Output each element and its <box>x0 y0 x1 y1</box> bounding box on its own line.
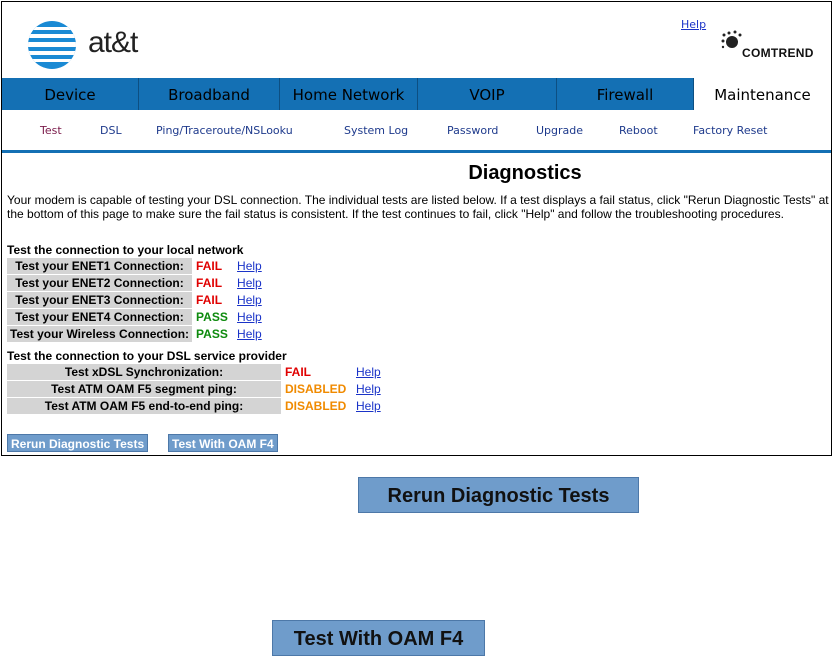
att-globe-icon <box>28 21 76 69</box>
test-label: Test your ENET2 Connection: <box>7 275 193 291</box>
local-network-heading: Test the connection to your local networ… <box>7 243 244 257</box>
test-with-oam-f4-button-enlarged[interactable]: Test With OAM F4 <box>272 620 485 656</box>
table-row: Test xDSL Synchronization: FAIL Help <box>7 364 382 380</box>
table-row: Test your ENET2 Connection: FAIL Help <box>7 275 263 291</box>
tab-broadband[interactable]: Broadband <box>139 78 280 110</box>
tab-home-network[interactable]: Home Network <box>280 78 418 110</box>
table-row: Test your ENET4 Connection: PASS Help <box>7 309 263 325</box>
table-row: Test ATM OAM F5 segment ping: DISABLED H… <box>7 381 382 397</box>
header: at&t Help COMTREND <box>2 2 831 77</box>
table-row: Test your ENET1 Connection: FAIL Help <box>7 258 263 274</box>
main-nav: Device Broadband Home Network VOIP Firew… <box>2 78 831 110</box>
status-badge: DISABLED <box>282 381 354 397</box>
status-badge: DISABLED <box>282 398 354 414</box>
rerun-diagnostic-tests-button[interactable]: Rerun Diagnostic Tests <box>7 434 149 452</box>
help-link[interactable]: Help <box>237 310 262 324</box>
status-badge: PASS <box>193 309 236 325</box>
table-row: Test ATM OAM F5 end-to-end ping: DISABLE… <box>7 398 382 414</box>
test-label: Test ATM OAM F5 segment ping: <box>7 381 281 397</box>
subnav-dsl[interactable]: DSL <box>100 124 122 137</box>
comtrend-text: COMTREND <box>742 46 814 60</box>
subnav-factory-reset[interactable]: Factory Reset <box>693 124 767 137</box>
test-label: Test your ENET1 Connection: <box>7 258 193 274</box>
subnav-system-log[interactable]: System Log <box>344 124 408 137</box>
subnav-upgrade[interactable]: Upgrade <box>536 124 583 137</box>
comtrend-mark-icon <box>721 30 742 49</box>
test-with-oam-f4-button[interactable]: Test With OAM F4 <box>168 434 278 452</box>
tab-maintenance[interactable]: Maintenance <box>694 78 831 110</box>
help-link[interactable]: Help <box>356 382 381 396</box>
tab-voip[interactable]: VOIP <box>418 78 557 110</box>
status-badge: FAIL <box>282 364 354 380</box>
status-badge: FAIL <box>193 275 236 291</box>
dsl-provider-table: Test xDSL Synchronization: FAIL Help Tes… <box>6 363 383 415</box>
help-link[interactable]: Help <box>237 293 262 307</box>
dsl-provider-heading: Test the connection to your DSL service … <box>7 349 287 363</box>
status-badge: FAIL <box>193 292 236 308</box>
router-page: at&t Help COMTREND Device Broadband Home… <box>1 1 832 456</box>
tab-firewall[interactable]: Firewall <box>557 78 694 110</box>
subnav-reboot[interactable]: Reboot <box>619 124 658 137</box>
help-link[interactable]: Help <box>237 259 262 273</box>
test-label: Test your ENET4 Connection: <box>7 309 193 325</box>
sub-nav: Test DSL Ping/Traceroute/NSLooku System … <box>2 112 831 153</box>
help-link[interactable]: Help <box>356 399 381 413</box>
rerun-diagnostic-tests-button-enlarged[interactable]: Rerun Diagnostic Tests <box>358 477 639 513</box>
help-link[interactable]: Help <box>237 327 262 341</box>
help-link[interactable]: Help <box>237 276 262 290</box>
subnav-ping-traceroute[interactable]: Ping/Traceroute/NSLooku <box>156 124 293 137</box>
page-title: Diagnostics <box>468 162 582 184</box>
test-label: Test your Wireless Connection: <box>7 326 193 342</box>
subnav-test[interactable]: Test <box>40 124 62 137</box>
table-row: Test your ENET3 Connection: FAIL Help <box>7 292 263 308</box>
test-label: Test your ENET3 Connection: <box>7 292 193 308</box>
test-label: Test ATM OAM F5 end-to-end ping: <box>7 398 281 414</box>
tab-device[interactable]: Device <box>2 78 139 110</box>
status-badge: PASS <box>193 326 236 342</box>
status-badge: FAIL <box>193 258 236 274</box>
table-row: Test your Wireless Connection: PASS Help <box>7 326 263 342</box>
help-link[interactable]: Help <box>356 365 381 379</box>
intro-text: Your modem is capable of testing your DS… <box>7 193 829 221</box>
comtrend-logo: COMTREND <box>720 30 828 64</box>
test-label: Test xDSL Synchronization: <box>7 364 281 380</box>
help-link[interactable]: Help <box>681 18 706 31</box>
att-logo-text: at&t <box>88 26 138 59</box>
subnav-password[interactable]: Password <box>447 124 498 137</box>
local-network-table: Test your ENET1 Connection: FAIL Help Te… <box>6 257 264 343</box>
